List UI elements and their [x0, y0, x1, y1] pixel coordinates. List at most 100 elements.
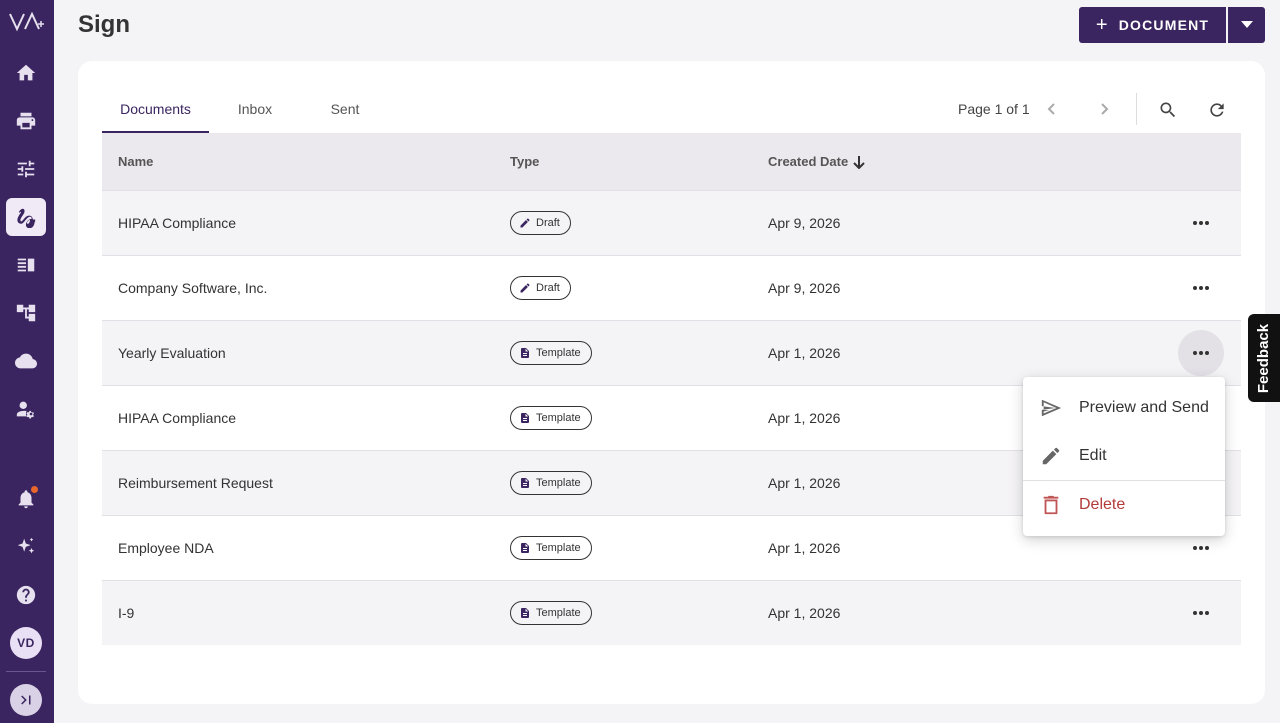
document-icon [521, 543, 529, 553]
column-header-created-date[interactable]: Created Date [768, 154, 1168, 169]
user-settings-icon [16, 401, 34, 419]
collapse-sidebar-button[interactable] [10, 684, 42, 716]
column-header-name[interactable]: Name [102, 154, 510, 169]
menu-item-delete[interactable]: Delete [1023, 483, 1225, 527]
search-button[interactable] [1155, 97, 1181, 123]
created-date: Apr 1, 2026 [768, 345, 841, 361]
notification-badge [31, 486, 38, 493]
type-badge-draft: Draft [510, 211, 571, 235]
home-icon [16, 64, 36, 81]
type-badge-template: Template [510, 341, 592, 365]
previous-page-button[interactable] [1040, 97, 1064, 121]
document-name: Reimbursement Request [118, 475, 273, 491]
cloud-icon [15, 353, 37, 369]
menu-item-preview-and-send[interactable]: Preview and Send [1023, 386, 1225, 430]
trash-icon [1043, 495, 1059, 515]
document-icon [521, 413, 529, 423]
document-name: Employee NDA [118, 540, 214, 556]
send-icon [1041, 399, 1062, 417]
chevron-right-icon [1101, 103, 1109, 115]
va-logo-icon [9, 12, 44, 32]
caret-down-icon [1240, 21, 1253, 28]
tab-bar: Documents Inbox Sent [102, 93, 389, 133]
type-badge-template: Template [510, 601, 592, 625]
row-actions-menu: Preview and Send Edit Delete [1023, 377, 1225, 536]
sidebar-item-help[interactable] [6, 576, 46, 614]
type-badge-template: Template [510, 536, 592, 560]
sidebar-divider [6, 671, 46, 672]
workflow-icon [16, 304, 36, 322]
more-horizontal-icon [1193, 351, 1209, 355]
print-icon [16, 112, 36, 130]
type-badge-template: Template [510, 406, 592, 430]
sidebar-item-user-settings[interactable] [6, 390, 46, 428]
chevron-left-icon [1047, 103, 1055, 115]
user-avatar[interactable]: VD [10, 627, 42, 659]
more-horizontal-icon [1193, 611, 1209, 615]
refresh-icon [1210, 103, 1224, 117]
document-name: I-9 [118, 605, 135, 621]
page-indicator: Page 1 of 1 [958, 101, 1030, 117]
refresh-button[interactable] [1204, 97, 1230, 123]
type-badge-label: Template [536, 412, 581, 424]
row-actions-button[interactable] [1178, 200, 1224, 246]
tab-documents[interactable]: Documents [102, 93, 209, 133]
pencil-icon [520, 218, 530, 228]
table-row[interactable]: I-9 Template Apr 1, 2026 [102, 580, 1241, 645]
document-icon [521, 608, 529, 618]
new-document-button[interactable]: + DOCUMENT [1079, 7, 1226, 43]
pencil-icon [1042, 447, 1060, 465]
sidebar-item-home[interactable] [6, 54, 46, 92]
type-badge-label: Template [536, 477, 581, 489]
type-badge-label: Template [536, 347, 581, 359]
type-badge-label: Draft [536, 217, 560, 229]
document-icon [521, 478, 529, 488]
sliders-icon [17, 160, 35, 178]
sidebar-item-library[interactable] [6, 246, 46, 284]
help-icon [16, 585, 36, 605]
row-actions-button[interactable] [1178, 590, 1224, 636]
feedback-tab[interactable]: Feedback [1248, 314, 1280, 402]
table-row[interactable]: Company Software, Inc. Draft Apr 9, 2026 [102, 255, 1241, 320]
table-row[interactable]: HIPAA Compliance Draft Apr 9, 2026 [102, 190, 1241, 255]
tab-inbox[interactable]: Inbox [209, 93, 301, 133]
tab-sent[interactable]: Sent [301, 93, 389, 133]
new-document-label: DOCUMENT [1118, 17, 1210, 33]
app-logo[interactable] [7, 10, 47, 34]
sidebar-item-ai[interactable] [6, 528, 46, 566]
column-header-type[interactable]: Type [510, 154, 768, 169]
new-document-dropdown-button[interactable] [1228, 7, 1265, 43]
column-header-created-date-label: Created Date [768, 154, 849, 169]
sidebar-item-notifications[interactable] [6, 480, 46, 518]
document-icon [521, 348, 529, 358]
sidebar-item-print[interactable] [6, 102, 46, 140]
library-icon [17, 258, 35, 272]
document-name: Company Software, Inc. [118, 280, 268, 296]
menu-item-label: Preview and Send [1079, 399, 1209, 416]
toolbar-divider [1136, 93, 1137, 125]
created-date: Apr 9, 2026 [768, 215, 841, 231]
sidebar-item-sign[interactable] [6, 198, 46, 236]
document-name: HIPAA Compliance [118, 215, 237, 231]
more-horizontal-icon [1193, 286, 1209, 290]
plus-icon: + [1095, 14, 1109, 36]
more-horizontal-icon [1193, 221, 1209, 225]
menu-item-label: Delete [1079, 496, 1126, 513]
row-actions-button-active[interactable] [1178, 330, 1224, 376]
created-date: Apr 1, 2026 [768, 540, 841, 556]
pencil-icon [520, 283, 530, 293]
search-icon [1160, 102, 1176, 118]
sidebar-item-settings[interactable] [6, 150, 46, 188]
next-page-button[interactable] [1092, 97, 1116, 121]
type-badge-draft: Draft [510, 276, 571, 300]
created-date: Apr 1, 2026 [768, 605, 841, 621]
document-name: HIPAA Compliance [118, 410, 237, 426]
sidebar-item-cloud[interactable] [6, 342, 46, 380]
row-actions-button[interactable] [1178, 265, 1224, 311]
collapse-icon [21, 695, 31, 705]
menu-item-edit[interactable]: Edit [1023, 434, 1225, 478]
type-badge-template: Template [510, 471, 592, 495]
table-row[interactable]: Yearly Evaluation Template Apr 1, 2026 [102, 320, 1241, 385]
sidebar-item-workflow[interactable] [6, 294, 46, 332]
signature-icon [17, 208, 36, 228]
